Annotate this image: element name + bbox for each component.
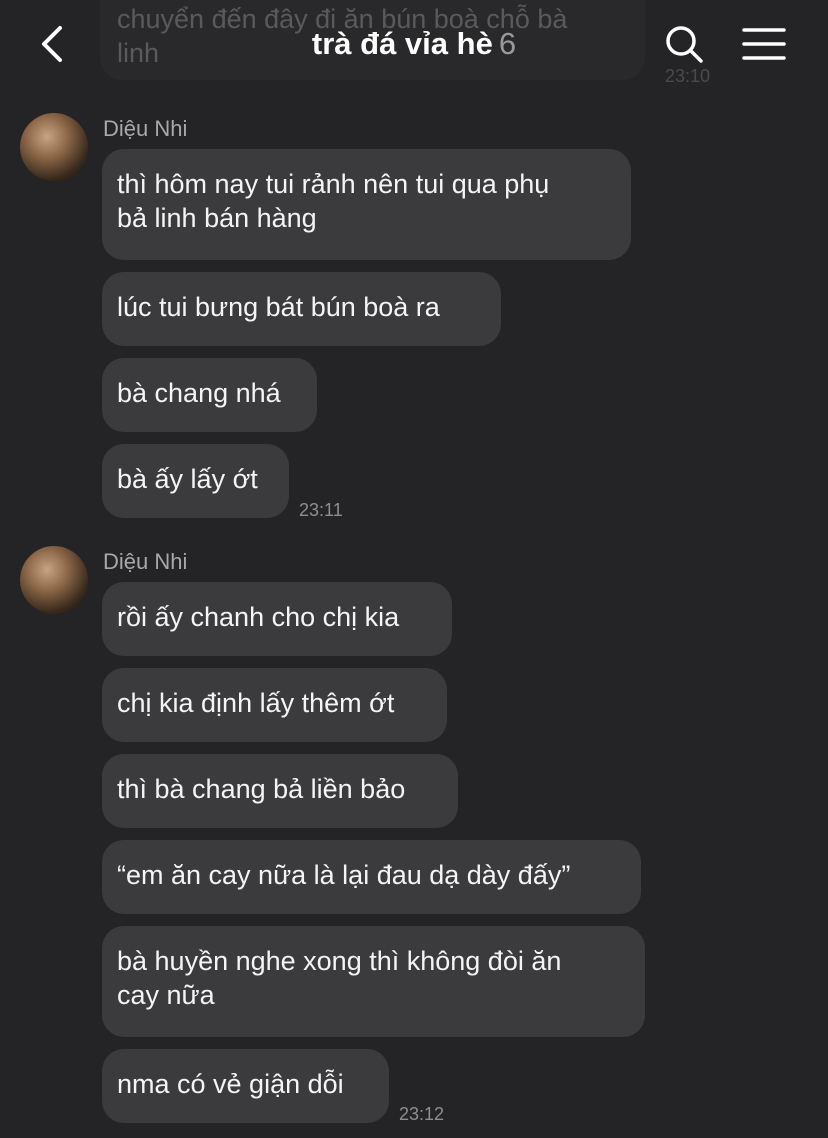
hamburger-menu-icon — [742, 28, 786, 60]
message-bubble[interactable]: thì bà chang bả liền bảo — [102, 754, 458, 828]
search-icon — [666, 26, 703, 63]
sender-name: Diệu Nhi — [103, 116, 188, 141]
message-bubble[interactable]: lúc tui bưng bát bún boà ra — [102, 272, 501, 346]
member-count: 6 — [498, 26, 517, 61]
sender-name: Diệu Nhi — [103, 549, 188, 574]
message-bubble[interactable]: rồi ấy chanh cho chị kia — [102, 582, 452, 656]
message-bubble[interactable]: bà ấy lấy ớt — [102, 444, 289, 518]
message-bubble[interactable]: bà chang nhá — [102, 358, 317, 432]
message-bubble[interactable]: “em ăn cay nữa là lại đau dạ dày đấy” — [102, 840, 641, 914]
message-bubble[interactable]: thì hôm nay tui rảnh nên tui qua phụ bả … — [102, 149, 631, 260]
avatar[interactable] — [20, 113, 88, 181]
chat-header: trà đá vỉa hè 6 — [0, 0, 828, 92]
menu-button[interactable] — [740, 24, 788, 64]
chat-title-text: trà đá vỉa hè — [311, 26, 493, 61]
avatar[interactable] — [20, 546, 88, 614]
message-bubble[interactable]: nma có vẻ giận dỗi — [102, 1049, 389, 1123]
message-time: 23:12 — [399, 1104, 445, 1124]
message-bubble[interactable]: bà huyền nghe xong thì không đòi ăn cay … — [102, 926, 645, 1037]
message-time: 23:11 — [299, 500, 343, 520]
search-button[interactable] — [662, 22, 706, 66]
message-bubble[interactable]: chị kia định lấy thêm ớt — [102, 668, 447, 742]
